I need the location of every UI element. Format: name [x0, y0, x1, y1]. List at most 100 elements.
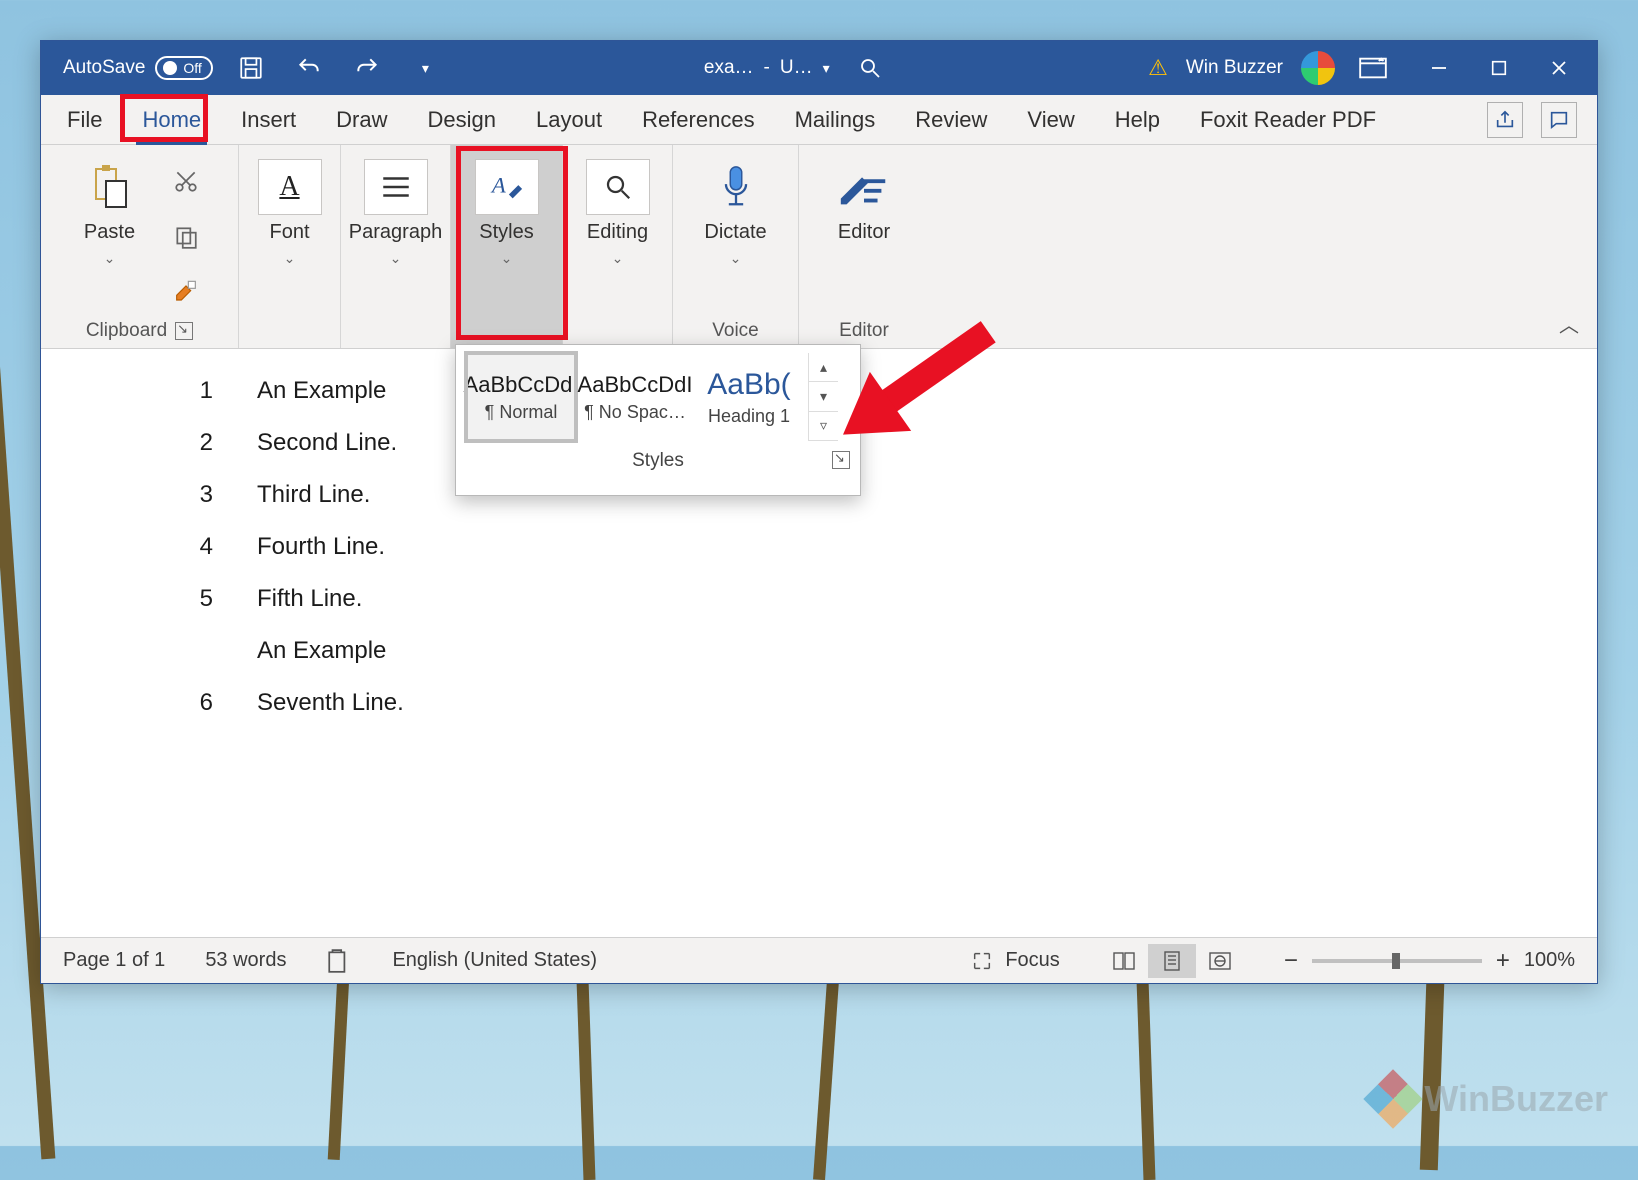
editor-button[interactable]: Editor: [823, 157, 905, 246]
read-mode-view[interactable]: [1100, 944, 1148, 978]
document-title[interactable]: exa… - U… ▾: [704, 57, 830, 79]
status-page[interactable]: Page 1 of 1: [63, 949, 165, 972]
title-bar: AutoSave Off ▾ exa… - U… ▾: [41, 41, 1597, 95]
microphone-icon: [718, 164, 754, 210]
user-name[interactable]: Win Buzzer: [1186, 57, 1283, 79]
status-words[interactable]: 53 words: [205, 949, 286, 972]
font-dropdown[interactable]: A Font ⌄: [250, 157, 330, 269]
tab-file[interactable]: File: [61, 103, 108, 137]
style-heading-1[interactable]: AaBb( Heading 1: [694, 353, 804, 441]
line-text[interactable]: An Example: [257, 379, 386, 403]
format-painter-button[interactable]: [166, 273, 206, 313]
styles-icon: A: [488, 170, 526, 204]
toggle-dot-icon: [163, 61, 177, 75]
line-number: 2: [195, 431, 213, 455]
font-icon: A: [279, 171, 299, 203]
line-text[interactable]: An Example: [257, 639, 386, 663]
decorative-palm: [1137, 980, 1156, 1180]
chevron-down-icon: ⌄: [501, 250, 513, 267]
undo-button[interactable]: [289, 48, 329, 88]
gallery-scroll-up[interactable]: ▴: [809, 353, 838, 382]
editing-dropdown[interactable]: Editing ⌄: [578, 157, 658, 269]
chevron-down-icon: ▾: [823, 60, 830, 77]
tab-design[interactable]: Design: [422, 103, 502, 137]
autosave-state: Off: [183, 60, 201, 76]
paste-button[interactable]: Paste ⌄: [74, 157, 146, 269]
word-window: AutoSave Off ▾ exa… - U… ▾: [40, 40, 1598, 984]
comments-button[interactable]: [1541, 102, 1577, 138]
tab-draw[interactable]: Draw: [330, 103, 393, 137]
focus-mode-button[interactable]: Focus: [971, 949, 1059, 972]
watermark: WinBuzzer: [1372, 1078, 1608, 1120]
paste-icon: [86, 163, 134, 211]
tab-view[interactable]: View: [1021, 103, 1080, 137]
save-button[interactable]: [231, 48, 271, 88]
styles-dropdown[interactable]: A Styles ⌄: [467, 157, 547, 269]
winbuzzer-logo-icon: [1364, 1069, 1423, 1128]
web-layout-view[interactable]: [1196, 944, 1244, 978]
copy-button[interactable]: [166, 217, 206, 257]
line-text[interactable]: Seventh Line.: [257, 691, 404, 715]
line-text[interactable]: Second Line.: [257, 431, 397, 455]
chevron-down-icon: ⌄: [104, 250, 116, 267]
tab-references[interactable]: References: [636, 103, 761, 137]
search-button[interactable]: [850, 48, 890, 88]
styles-dialog-launcher[interactable]: [832, 451, 850, 469]
tab-help[interactable]: Help: [1109, 103, 1166, 137]
chevron-down-icon: ⌄: [612, 250, 624, 267]
spellcheck-button[interactable]: [326, 948, 352, 974]
ribbon-tabs: File Home Insert Draw Design Layout Refe…: [41, 95, 1597, 145]
tab-mailings[interactable]: Mailings: [789, 103, 882, 137]
clipboard-dialog-launcher[interactable]: [175, 322, 193, 340]
chevron-down-icon: ⌄: [284, 250, 296, 267]
editor-group-label: Editor: [839, 320, 889, 342]
zoom-out-button[interactable]: −: [1284, 947, 1298, 975]
line-number: 1: [195, 379, 213, 403]
cut-button[interactable]: [166, 161, 206, 201]
zoom-level[interactable]: 100%: [1524, 949, 1575, 972]
ribbon: Paste ⌄ Clipboard A Font ⌄: [41, 145, 1597, 349]
line-text[interactable]: Fifth Line.: [257, 587, 362, 611]
line-text[interactable]: Fourth Line.: [257, 535, 385, 559]
status-language[interactable]: English (United States): [392, 949, 597, 972]
tab-insert[interactable]: Insert: [235, 103, 302, 137]
redo-button[interactable]: [347, 48, 387, 88]
minimize-button[interactable]: [1411, 48, 1467, 88]
autosave-label: AutoSave: [63, 57, 145, 79]
style-normal[interactable]: AaBbCcDdI ¶ Normal: [466, 353, 576, 441]
line-number: 5: [195, 587, 213, 611]
svg-text:A: A: [489, 173, 505, 198]
search-icon: [603, 172, 633, 202]
chevron-down-icon: ⌄: [390, 250, 402, 267]
decorative-palm: [813, 980, 839, 1180]
collapse-ribbon-button[interactable]: ︿: [1559, 309, 1579, 338]
style-no-spacing[interactable]: AaBbCcDdI ¶ No Spac…: [580, 353, 690, 441]
line-number: [195, 639, 213, 663]
zoom-slider[interactable]: [1312, 959, 1482, 963]
line-text[interactable]: Third Line.: [257, 483, 370, 507]
voice-group-label: Voice: [712, 320, 758, 342]
paragraph-dropdown[interactable]: Paragraph ⌄: [341, 157, 450, 269]
tab-review[interactable]: Review: [909, 103, 993, 137]
autosave-toggle[interactable]: Off: [155, 56, 213, 80]
styles-gallery-popup: AaBbCcDdI ¶ Normal AaBbCcDdI ¶ No Spac… …: [455, 344, 861, 496]
tab-foxit[interactable]: Foxit Reader PDF: [1194, 103, 1382, 137]
tab-home[interactable]: Home: [136, 103, 207, 137]
share-button[interactable]: [1487, 102, 1523, 138]
maximize-button[interactable]: [1471, 48, 1527, 88]
avatar[interactable]: [1301, 51, 1335, 85]
warning-icon[interactable]: ⚠: [1148, 55, 1168, 81]
dictate-button[interactable]: Dictate ⌄: [696, 157, 774, 269]
decorative-palm: [577, 980, 596, 1180]
zoom-in-button[interactable]: +: [1496, 947, 1510, 975]
ribbon-display-options[interactable]: [1353, 48, 1393, 88]
print-layout-view[interactable]: [1148, 944, 1196, 978]
status-bar: Page 1 of 1 53 words English (United Sta…: [41, 937, 1597, 983]
line-number: 4: [195, 535, 213, 559]
tab-layout[interactable]: Layout: [530, 103, 608, 137]
qat-customize-button[interactable]: ▾: [405, 48, 445, 88]
paragraph-icon: [379, 174, 413, 200]
line-number: 6: [195, 691, 213, 715]
chevron-down-icon: ⌄: [730, 250, 742, 267]
close-button[interactable]: [1531, 48, 1587, 88]
